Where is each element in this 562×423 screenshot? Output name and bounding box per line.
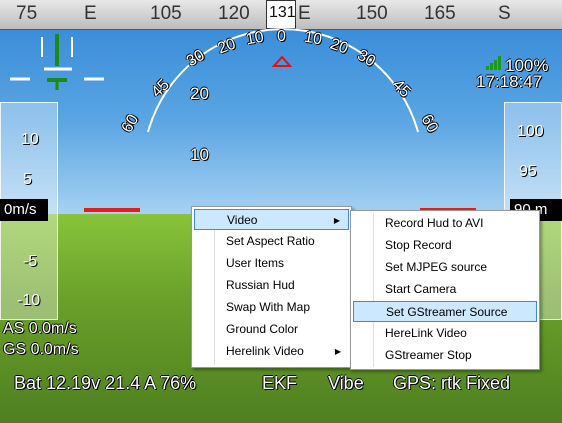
battery-readout: Bat 12.19v 21.4 A 76%	[14, 373, 197, 393]
menu-item-label: Set Aspect Ratio	[226, 234, 315, 248]
roll-label: 0	[277, 28, 286, 45]
roll-label: 10	[302, 28, 324, 49]
menu-item-stop-record[interactable]: Stop Record	[353, 235, 537, 256]
menu-item-swap-with-map[interactable]: Swap With Map	[194, 297, 349, 318]
menu-item-label: Set GStreamer Source	[386, 305, 508, 319]
roll-label: 10	[244, 28, 266, 49]
menu-item-herelink-video-sub[interactable]: HereLink Video	[353, 323, 537, 344]
pitch-ladder-label: 20	[190, 84, 209, 103]
menu-item-label: GStreamer Stop	[385, 348, 472, 362]
clock-time: 17:18:47	[476, 72, 543, 91]
airspeed-readout: AS 0.0m/s	[3, 320, 77, 337]
menu-item-user-items[interactable]: User Items	[194, 253, 349, 274]
gps-status: GPS: rtk Fixed	[393, 373, 511, 393]
signal-icon	[486, 56, 502, 70]
context-menu: Video ▶ Set Aspect Ratio User Items Russi…	[191, 206, 352, 368]
speed-readout: 0m/s	[0, 199, 48, 221]
speed-tick: -5	[23, 253, 38, 270]
speed-tick: 10	[21, 131, 39, 148]
submenu-arrow-icon: ▶	[334, 347, 341, 356]
menu-item-label: Video	[227, 213, 258, 227]
menu-item-label: Swap With Map	[226, 300, 311, 314]
menu-item-start-camera[interactable]: Start Camera	[353, 279, 537, 300]
menu-item-label: Record Hud to AVI	[385, 216, 484, 230]
menu-item-label: Herelink Video	[226, 344, 304, 358]
pitch-ladder-label: 10	[190, 145, 209, 164]
video-submenu: Record Hud to AVI Stop Record Set MJPEG …	[350, 210, 540, 370]
menu-item-ground-color[interactable]: Ground Color	[194, 319, 349, 340]
menu-item-russian-hud[interactable]: Russian Hud	[194, 275, 349, 296]
menu-item-label: HereLink Video	[385, 326, 467, 340]
menu-item-label: Ground Color	[226, 322, 299, 336]
menu-item-record-hud-to-avi[interactable]: Record Hud to AVI	[353, 213, 537, 234]
ekf-status: EKF	[262, 373, 298, 393]
menu-item-label: Russian Hud	[226, 278, 295, 292]
groundspeed-readout: GS 0.0m/s	[3, 341, 79, 358]
menu-item-label: Set MJPEG source	[385, 260, 488, 274]
alt-tick: 95	[519, 163, 537, 180]
submenu-arrow-icon: ▶	[333, 216, 340, 225]
menu-item-herelink-video[interactable]: Herelink Video ▶	[194, 341, 349, 362]
menu-item-set-aspect-ratio[interactable]: Set Aspect Ratio	[194, 231, 349, 252]
menu-item-label: Start Camera	[385, 282, 457, 296]
menu-item-label: Stop Record	[385, 238, 452, 252]
menu-item-set-gstreamer-source[interactable]: Set GStreamer Source	[353, 301, 537, 322]
menu-item-gstreamer-stop[interactable]: GStreamer Stop	[353, 345, 537, 366]
alt-tick: 100	[517, 123, 544, 140]
vibe-status: Vibe	[328, 373, 364, 393]
speed-tick: -10	[17, 292, 41, 309]
menu-item-video[interactable]: Video ▶	[194, 209, 349, 230]
speed-tick: 5	[23, 171, 32, 188]
menu-item-set-mjpeg-source[interactable]: Set MJPEG source	[353, 257, 537, 278]
menu-item-label: User Items	[226, 256, 285, 270]
